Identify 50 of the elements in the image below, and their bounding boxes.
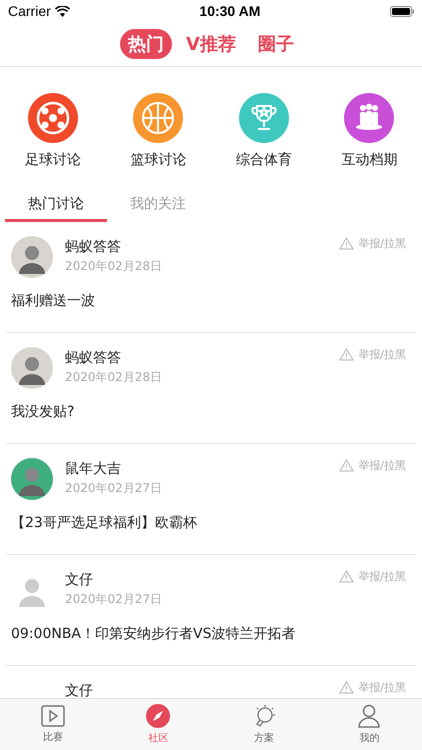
feed-tab[interactable]: 热门讨论 <box>5 187 107 222</box>
play-icon <box>40 705 65 727</box>
author-name: 鼠年大吉 <box>65 460 122 478</box>
post-date: 2020年02月27日 <box>65 591 164 608</box>
top-tab[interactable]: 圈子 <box>250 29 302 59</box>
category-label[interactable]: 综合体育 <box>236 151 292 169</box>
tab-bar-item[interactable]: 方案 <box>211 699 316 750</box>
avatar <box>11 236 53 278</box>
battery-icon <box>390 6 414 16</box>
carrier-label: Carrier <box>8 3 51 19</box>
post-content: 我没发贴? <box>11 403 76 421</box>
author-name: 蚂蚁答答 <box>65 349 122 367</box>
warning-icon <box>339 459 354 472</box>
author-name: 蚂蚁答答 <box>65 238 122 256</box>
people-icon <box>344 93 394 143</box>
top-tab[interactable]: 热门 <box>120 29 172 59</box>
warning-icon <box>339 570 354 583</box>
person-icon <box>358 704 380 728</box>
category-label[interactable]: 足球讨论 <box>24 151 81 169</box>
compass-icon <box>146 704 170 728</box>
warning-icon <box>339 348 354 361</box>
feed-tab[interactable]: 我的关注 <box>107 187 209 222</box>
football-icon <box>28 93 78 143</box>
post-date: 2020年02月28日 <box>65 258 164 275</box>
report-link[interactable]: 举报/拉黑 <box>339 236 406 251</box>
status-time: 10:30 AM <box>199 3 260 19</box>
warning-icon <box>339 681 354 694</box>
tab-bar-item[interactable]: 社区 <box>106 699 211 750</box>
top-tab[interactable]: V推荐 <box>178 29 244 59</box>
category-label[interactable]: 篮球讨论 <box>130 151 186 169</box>
post-content: 福利赠送一波 <box>11 292 96 310</box>
report-link[interactable]: 举报/拉黑 <box>339 347 406 362</box>
author-name: 文仔 <box>65 682 94 698</box>
tab-bar-item[interactable]: 我的 <box>316 699 422 750</box>
avatar <box>11 458 53 500</box>
tab-bar-item[interactable]: 比赛 <box>0 699 106 750</box>
trophy-icon <box>238 93 289 143</box>
wifi-icon <box>54 6 70 16</box>
report-link[interactable]: 举报/拉黑 <box>339 680 406 695</box>
basketball-icon <box>133 93 184 143</box>
warning-icon <box>339 237 354 250</box>
post-content: 【23哥严选足球福利】欧霸杯 <box>11 514 198 532</box>
post-date: 2020年02月28日 <box>65 369 164 386</box>
report-link[interactable]: 举报/拉黑 <box>339 569 406 584</box>
report-link[interactable]: 举报/拉黑 <box>339 458 406 473</box>
post-date: 2020年02月27日 <box>65 480 164 497</box>
category-label[interactable]: 互动档期 <box>341 151 398 169</box>
author-name: 文仔 <box>65 571 94 589</box>
post-content: 09:00NBA！印第安纳步行者VS波特兰开拓者 <box>11 625 296 643</box>
avatar <box>11 347 53 389</box>
